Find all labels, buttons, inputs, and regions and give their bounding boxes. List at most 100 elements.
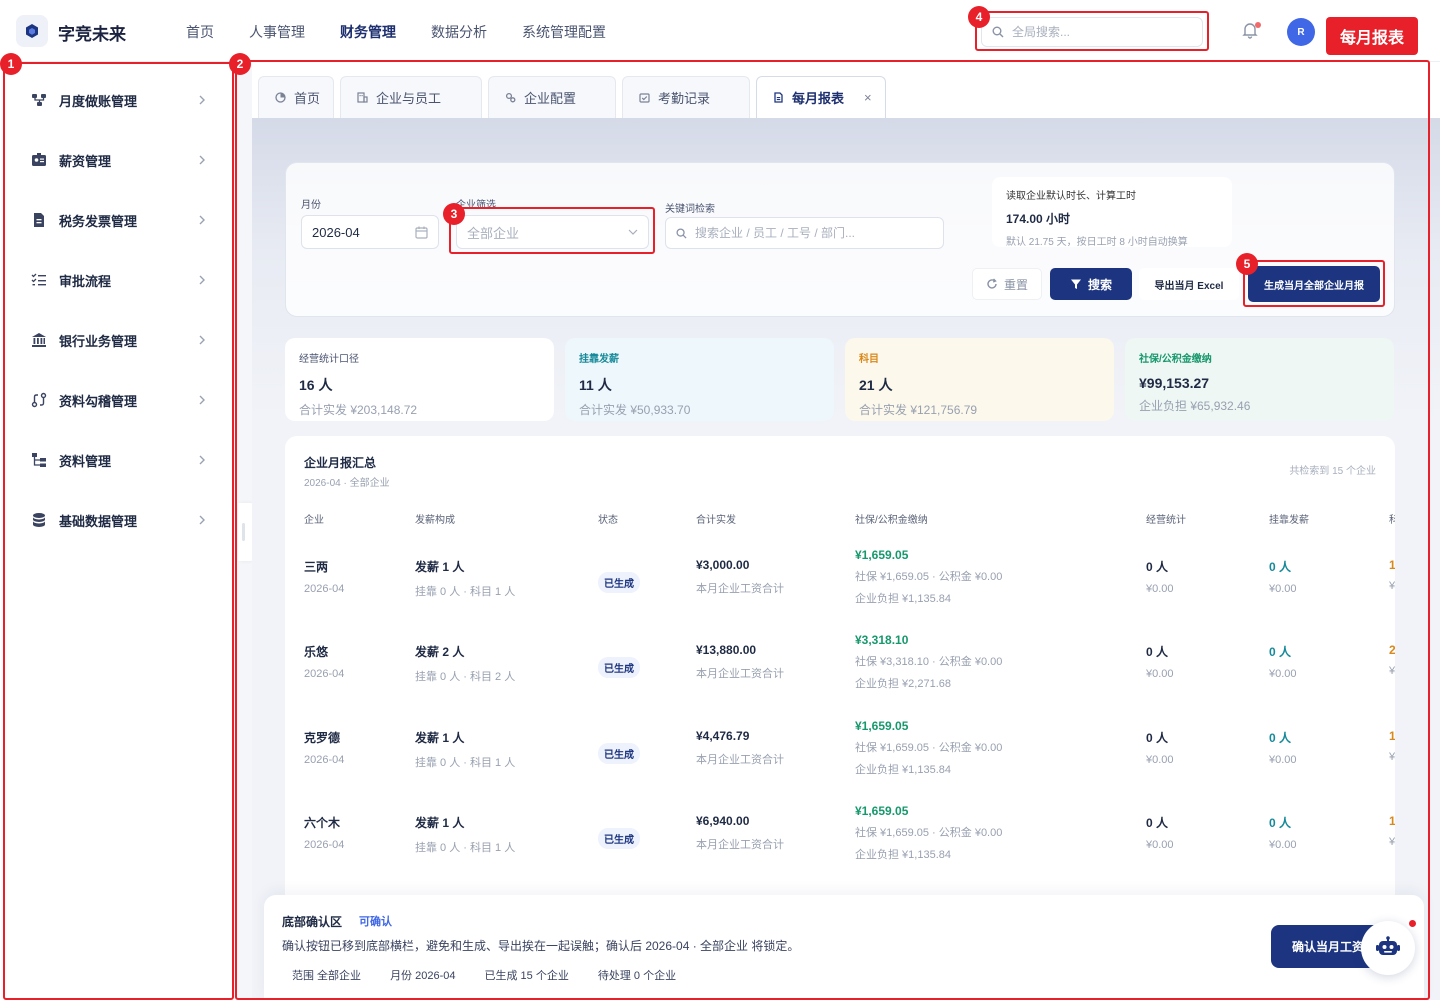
search-icon <box>676 227 687 239</box>
id-card-icon <box>30 151 48 169</box>
tab-company-config[interactable]: 企业配置 <box>488 76 616 118</box>
company-select[interactable]: 全部企业 <box>456 215 649 249</box>
sidebar-item-approval[interactable]: 审批流程 <box>0 250 232 310</box>
sidebar-item-label: 税务发票管理 <box>59 213 138 229</box>
topnav-system[interactable]: 系统管理配置 <box>522 22 606 42</box>
avatar[interactable]: R <box>1287 18 1315 46</box>
chevron-right-icon <box>198 513 208 528</box>
bank-icon <box>30 331 48 349</box>
stat-title: 挂靠发薪 <box>579 354 619 365</box>
annotation-badge-5: 5 <box>1236 253 1258 275</box>
keyword-search[interactable] <box>665 217 944 249</box>
topnav-hr[interactable]: 人事管理 <box>249 22 305 42</box>
table-count: 共检索到 15 个企业 <box>1289 466 1376 477</box>
calendar-icon <box>415 226 428 239</box>
sidebar-item-reconciliation[interactable]: 资料勾稽管理 <box>0 370 232 430</box>
operating-cell: 0 人 ¥0.00 <box>1146 560 1174 595</box>
company-cell: 三两 2026-04 <box>304 560 345 595</box>
table-row[interactable]: 克罗德 2026-04 发薪 1 人挂靠 0 人 · 科目 1 人 已生成 ¥4,… <box>285 717 1395 803</box>
tree-icon <box>30 451 48 469</box>
tab-label: 每月报表 <box>792 91 845 106</box>
operating-cell: 0 人 ¥0.00 <box>1146 645 1174 680</box>
stat-operating: 经营统计口径 16 人 合计实发 ¥203,148.72 <box>285 338 554 421</box>
work-hours-value: 174.00 小时 <box>1006 212 1071 226</box>
top-nav: 首页 人事管理 财务管理 数据分析 系统管理配置 <box>186 22 641 42</box>
affiliated-cell: 0 人 ¥0.00 <box>1269 560 1297 595</box>
sidebar-item-label: 资料勾稽管理 <box>59 393 138 409</box>
main-content: 首页 企业与员工 企业配置 考勤记录 每月报表 × 月份 2026-04 企业筛… <box>252 62 1440 1000</box>
tab-home[interactable]: 首页 <box>258 76 334 118</box>
tab-monthly-report[interactable]: 每月报表 × <box>756 76 886 118</box>
topnav-home[interactable]: 首页 <box>186 22 214 42</box>
tab-label: 企业与员工 <box>376 91 442 106</box>
search-button[interactable]: 搜索 <box>1050 268 1132 300</box>
sidebar-item-payroll[interactable]: 薪资管理 <box>0 130 232 190</box>
keyword-input[interactable] <box>695 226 933 240</box>
keyword-label: 关键词检索 <box>665 204 715 215</box>
sidebar-item-documents[interactable]: 资料管理 <box>0 430 232 490</box>
generated-count: 已生成 15 个企业 <box>484 970 569 982</box>
file-icon <box>30 211 48 229</box>
bottom-meta: 范围 全部企业 月份 2026-04 已生成 15 个企业 待处理 0 个企业 <box>292 967 676 983</box>
report-file-icon <box>774 92 783 103</box>
pay-cell: 发薪 1 人挂靠 0 人 · 科目 1 人 <box>415 731 516 769</box>
database-icon <box>30 511 48 529</box>
export-excel-button[interactable]: 导出当月 Excel <box>1139 268 1239 300</box>
building-icon <box>357 92 368 103</box>
scope-text: 范围 全部企业 <box>292 970 362 982</box>
tab-attendance[interactable]: 考勤记录 <box>622 76 750 118</box>
affiliated-cell: 0 人 ¥0.00 <box>1269 645 1297 680</box>
table-row[interactable]: 三两 2026-04 发薪 1 人挂靠 0 人 · 科目 1 人 已生成 ¥3,0… <box>285 546 1395 632</box>
table-row[interactable]: 乐悠 2026-04 发薪 2 人挂靠 0 人 · 科目 2 人 已生成 ¥13,… <box>285 631 1395 717</box>
sidebar-item-bank[interactable]: 银行业务管理 <box>0 310 232 370</box>
column-header: 社保/公积金缴纳 <box>855 515 928 526</box>
stat-sub: 合计实发 ¥50,933.70 <box>579 403 691 417</box>
month-picker[interactable]: 2026-04 <box>301 215 439 249</box>
affiliated-cell: 0 人 ¥0.00 <box>1269 731 1297 766</box>
pie-chart-icon <box>275 92 286 103</box>
tab-companies-employees[interactable]: 企业与员工 <box>340 76 482 118</box>
operating-cell: 0 人 ¥0.00 <box>1146 731 1174 766</box>
sidebar-item-monthly-accounting[interactable]: 月度做账管理 <box>0 70 232 130</box>
reset-button[interactable]: 重置 <box>972 268 1042 300</box>
refresh-icon <box>987 278 997 289</box>
status-badge: 已生成 <box>598 743 640 764</box>
global-search-input[interactable] <box>1012 25 1192 39</box>
table-row[interactable]: 六个木 2026-04 发薪 1 人挂靠 0 人 · 科目 1 人 已生成 ¥6,… <box>285 802 1395 888</box>
topnav-analytics[interactable]: 数据分析 <box>431 22 487 42</box>
chevron-right-icon <box>198 273 208 288</box>
sidebar-item-label: 薪资管理 <box>59 153 112 169</box>
chevron-right-icon <box>198 153 208 168</box>
topnav-finance[interactable]: 财务管理 <box>340 22 396 42</box>
top-bar: 字竞未来 首页 人事管理 财务管理 数据分析 系统管理配置 R <box>0 0 1440 62</box>
global-search[interactable] <box>981 17 1203 47</box>
search-icon <box>992 26 1004 38</box>
stat-social-security: 社保/公积金缴纳 ¥99,153.27 企业负担 ¥65,932.46 <box>1125 338 1394 421</box>
logo[interactable] <box>16 15 48 47</box>
company-select-placeholder: 全部企业 <box>467 225 520 241</box>
sidebar-item-label: 资料管理 <box>59 453 112 469</box>
social-security-cell: ¥1,659.05 社保 ¥1,659.05 · 公积金 ¥0.00 企业负担 ¥1… <box>855 804 1003 861</box>
sidebar-item-base-data[interactable]: 基础数据管理 <box>0 490 232 550</box>
subject-cell: 1 ¥ <box>1389 558 1395 592</box>
assistant-button[interactable] <box>1361 921 1415 975</box>
filter-icon <box>1070 279 1081 289</box>
status-badge: 已生成 <box>598 828 640 849</box>
close-icon[interactable]: × <box>864 90 872 105</box>
company-cell: 克罗德 2026-04 <box>304 731 345 766</box>
month-label: 月份 <box>301 200 321 211</box>
filter-panel: 月份 2026-04 企业筛选 全部企业 关键词检索 读取企业默认时长、计算工时… <box>285 162 1395 317</box>
stat-sub: 企业负担 ¥65,932.46 <box>1139 399 1251 413</box>
stat-subjects: 科目 21 人 合计实发 ¥121,756.79 <box>845 338 1114 421</box>
stat-count: 11 人 <box>579 377 612 393</box>
table-title: 企业月报汇总 <box>304 456 377 470</box>
bottom-confirm-bar: 底部确认区 可确认 确认按钮已移到底部横栏，避免和生成、导出挨在一起误触；确认后… <box>264 895 1424 1000</box>
stat-count: 16 人 <box>299 377 333 393</box>
sidebar-item-tax-invoice[interactable]: 税务发票管理 <box>0 190 232 250</box>
bottom-title: 底部确认区 <box>282 915 343 929</box>
generate-reports-button[interactable]: 生成当月全部企业月报 <box>1248 266 1380 302</box>
total-cell: ¥4,476.79 本月企业工资合计 <box>696 729 784 766</box>
chevron-down-icon <box>628 229 638 235</box>
sidebar-item-label: 银行业务管理 <box>59 333 138 349</box>
company-cell: 乐悠 2026-04 <box>304 645 345 680</box>
